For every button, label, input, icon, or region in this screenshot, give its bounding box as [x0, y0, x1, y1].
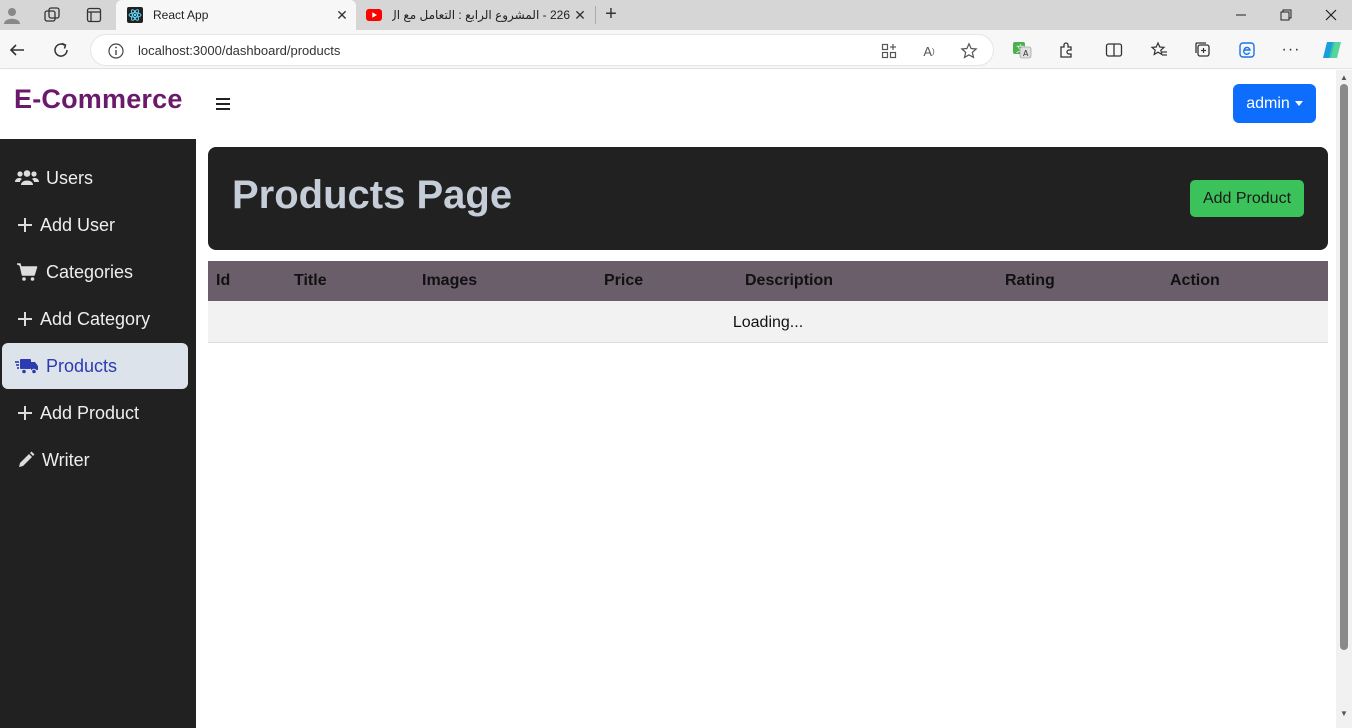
page-title: Products Page	[232, 173, 513, 217]
url-text: localhost:3000/dashboard/products	[138, 43, 341, 58]
collections-icon[interactable]	[1192, 39, 1214, 61]
menu-toggle-icon[interactable]	[214, 94, 232, 114]
extensions-icon[interactable]	[1055, 39, 1077, 61]
sidebar-item-users[interactable]: Users	[2, 155, 188, 201]
browser-tab-strip: React App ✕ 226 - المشروع الرابع : التعا…	[0, 0, 1352, 30]
truck-icon	[15, 356, 39, 376]
copilot-icon[interactable]	[1321, 39, 1343, 61]
page-header-panel: Products Page Add Product	[208, 147, 1328, 250]
split-screen-icon[interactable]	[1103, 39, 1125, 61]
column-header-rating[interactable]: Rating	[1005, 272, 1055, 290]
favorites-icon[interactable]	[1148, 39, 1170, 61]
new-tab-button[interactable]: +	[600, 4, 622, 26]
scroll-down-icon[interactable]: ▼	[1340, 710, 1348, 718]
browser-essentials-icon[interactable]	[1236, 39, 1258, 61]
tab-youtube[interactable]: 226 - المشروع الرابع : التعامل مع ال ✕	[358, 0, 594, 30]
scrollbar-thumb[interactable]	[1340, 84, 1348, 650]
sidebar-item-products[interactable]: Products	[2, 343, 188, 389]
address-bar[interactable]: localhost:3000/dashboard/products A)	[90, 34, 994, 66]
products-table: Id Title Images Price Description Rating…	[208, 261, 1328, 343]
sidebar-item-label: Categories	[46, 261, 134, 282]
app-available-icon[interactable]	[879, 41, 899, 61]
tab-react-app[interactable]: React App ✕	[116, 0, 356, 30]
app-header: E-Commerce admin	[0, 70, 1352, 139]
caret-down-icon	[1294, 101, 1303, 106]
column-header-description[interactable]: Description	[745, 272, 833, 290]
tab-title: 226 - المشروع الرابع : التعامل مع ال	[392, 8, 570, 22]
sidebar-item-label: Products	[46, 355, 118, 376]
sidebar: Users Add User Categories Add Category P…	[0, 139, 196, 728]
pen-icon	[15, 450, 37, 470]
column-header-images[interactable]: Images	[422, 272, 477, 290]
refresh-icon[interactable]	[49, 38, 73, 62]
read-aloud-icon[interactable]: A)	[919, 41, 939, 61]
sidebar-item-writer[interactable]: Writer	[2, 437, 188, 483]
column-header-action[interactable]: Action	[1170, 272, 1220, 290]
scroll-up-icon[interactable]: ▲	[1340, 74, 1348, 82]
user-menu-label: admin	[1246, 94, 1290, 112]
table-row: Loading...	[208, 301, 1328, 343]
tab-actions-icon[interactable]	[84, 5, 104, 25]
workspaces-icon[interactable]	[42, 5, 62, 25]
browser-toolbar: localhost:3000/dashboard/products A) 文A …	[0, 30, 1352, 69]
close-tab-icon[interactable]: ✕	[332, 5, 352, 25]
sidebar-item-label: Add Category	[40, 308, 151, 329]
sidebar-item-label: Add User	[40, 214, 116, 235]
more-options-icon[interactable]: ···	[1280, 39, 1302, 61]
table-header: Id Title Images Price Description Rating…	[208, 261, 1328, 301]
column-header-title[interactable]: Title	[294, 272, 327, 290]
sidebar-item-add-product[interactable]: Add Product	[2, 390, 188, 436]
loading-text: Loading...	[732, 314, 804, 331]
user-menu-button[interactable]: admin	[1233, 84, 1316, 123]
info-icon[interactable]	[107, 42, 125, 60]
users-icon	[15, 168, 39, 188]
main-content: Products Page Add Product Id Title Image…	[196, 139, 1336, 728]
react-icon	[127, 7, 143, 23]
tab-title: React App	[153, 8, 209, 22]
close-window-button[interactable]	[1308, 0, 1352, 30]
plus-icon	[15, 403, 35, 423]
sidebar-item-label: Writer	[42, 449, 90, 470]
column-header-id[interactable]: Id	[216, 272, 230, 290]
page-scrollbar[interactable]: ▲ ▼	[1336, 70, 1352, 728]
column-header-price[interactable]: Price	[604, 272, 643, 290]
sidebar-item-add-category[interactable]: Add Category	[2, 296, 188, 342]
favorite-star-icon[interactable]	[959, 41, 979, 61]
brand-logo[interactable]: E-Commerce	[14, 84, 183, 115]
sidebar-item-label: Users	[46, 167, 94, 188]
back-arrow-icon[interactable]	[5, 38, 29, 62]
sidebar-item-categories[interactable]: Categories	[2, 249, 188, 295]
minimize-button[interactable]	[1218, 0, 1264, 30]
translate-icon[interactable]: 文A	[1011, 39, 1033, 61]
plus-icon	[15, 309, 35, 329]
tab-divider	[595, 6, 596, 24]
youtube-icon	[366, 7, 382, 23]
cart-icon	[15, 262, 39, 282]
profile-icon[interactable]	[2, 5, 22, 25]
sidebar-item-add-user[interactable]: Add User	[2, 202, 188, 248]
sidebar-item-label: Add Product	[40, 402, 140, 423]
close-tab-icon[interactable]: ✕	[570, 5, 590, 25]
plus-icon	[15, 215, 35, 235]
svg-text:A: A	[1023, 49, 1029, 58]
add-product-button[interactable]: Add Product	[1190, 180, 1304, 217]
restore-button[interactable]	[1263, 0, 1309, 30]
